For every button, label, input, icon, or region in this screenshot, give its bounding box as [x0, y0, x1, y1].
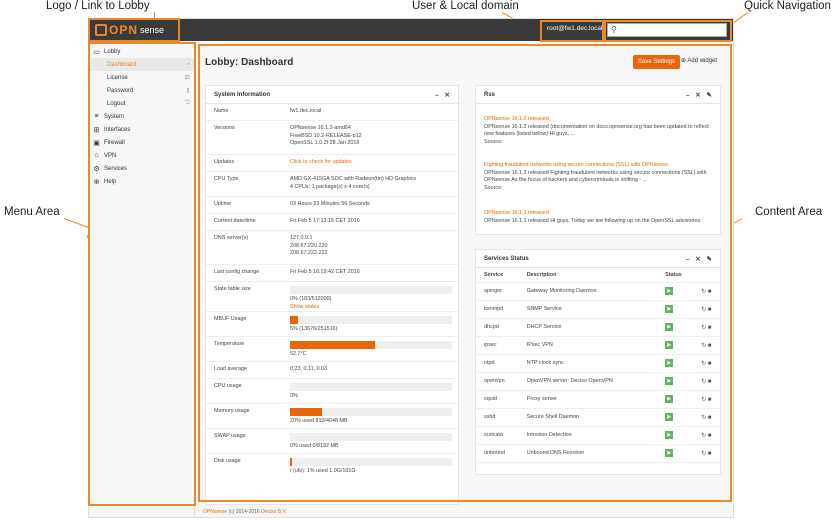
- callout-menu: Menu Area: [4, 206, 60, 218]
- footer-company-link[interactable]: Deciso B.V.: [261, 509, 287, 515]
- footer-brand-link[interactable]: OPNsense: [203, 509, 227, 515]
- logo-highlight: [88, 18, 180, 42]
- quick-nav-highlight: [604, 20, 732, 42]
- menu-highlight: [88, 42, 196, 506]
- callout-quick-nav: Quick Navigation: [744, 0, 831, 12]
- callout-content: Content Area: [755, 206, 823, 218]
- callout-user: User & Local domain: [412, 0, 519, 12]
- callout-logo: Logo / Link to Lobby: [46, 0, 150, 12]
- user-highlight: [540, 20, 604, 42]
- footer: OPNsense (c) 2014-2016 Deciso B.V.: [203, 509, 287, 515]
- footer-text: (c) 2014-2016: [227, 509, 262, 515]
- content-highlight: [198, 44, 732, 502]
